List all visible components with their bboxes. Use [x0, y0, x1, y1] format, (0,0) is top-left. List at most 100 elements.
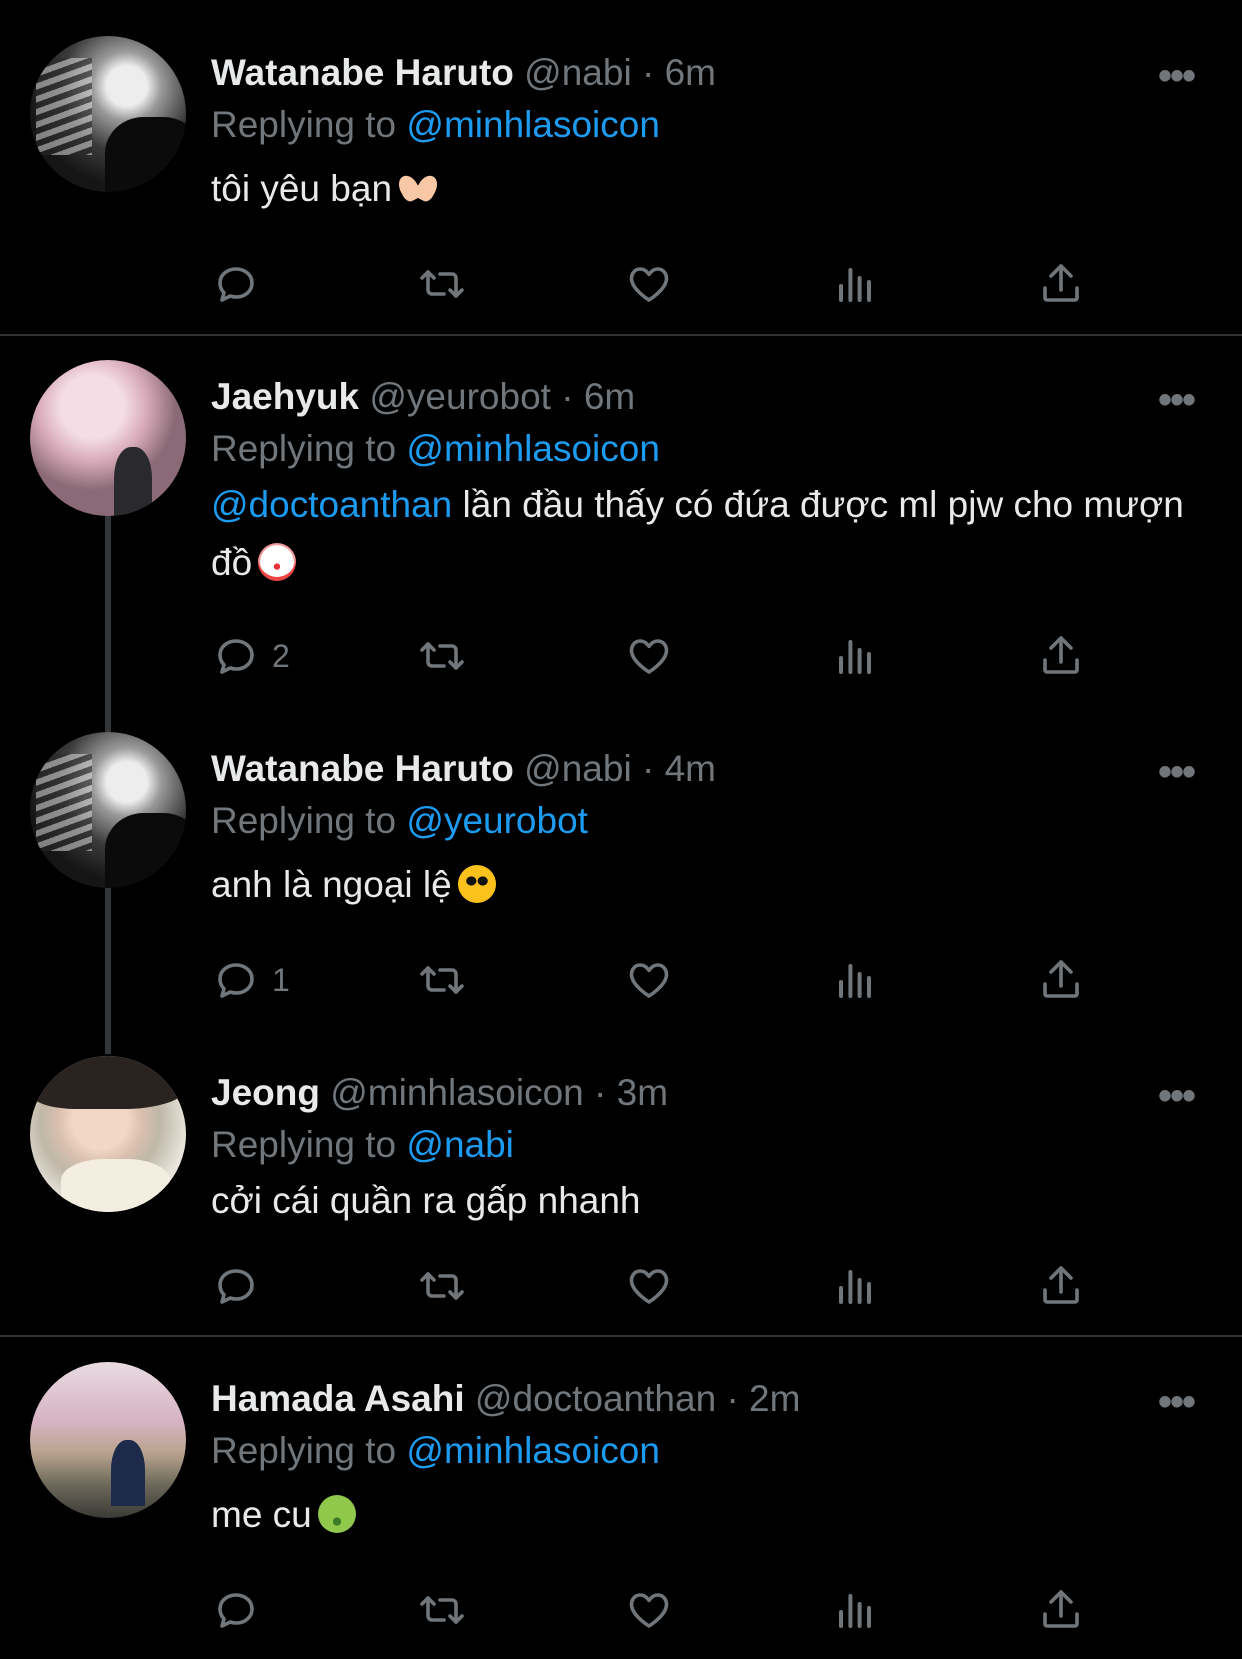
tweet-body: tôi yêu bạn	[211, 168, 393, 209]
username[interactable]: @doctoanthan	[475, 1378, 716, 1419]
display-name[interactable]: Jeong	[211, 1072, 320, 1113]
more-icon[interactable]: •••	[1158, 1074, 1196, 1119]
replying-to: Replying to @yeurobot	[211, 800, 588, 842]
replying-to-mention[interactable]: @minhlasoicon	[406, 1430, 660, 1471]
timestamp[interactable]: 2m	[749, 1378, 800, 1419]
more-icon[interactable]: •••	[1158, 1380, 1196, 1425]
views-icon	[839, 964, 871, 998]
share-icon	[1043, 1590, 1079, 1628]
tweet-text: anh là ngoại lệ	[211, 856, 1191, 914]
action-bar	[0, 1256, 1242, 1316]
reply-icon	[218, 267, 254, 302]
reply-icon	[218, 1593, 254, 1628]
views-button[interactable]	[831, 626, 879, 686]
views-button[interactable]	[831, 254, 879, 314]
avatar[interactable]	[30, 360, 186, 516]
more-icon[interactable]: •••	[1158, 378, 1196, 423]
avatar[interactable]	[30, 1056, 186, 1212]
retweet-icon	[420, 1596, 464, 1624]
replying-label: Replying to	[211, 428, 397, 469]
action-bar	[0, 254, 1242, 314]
reply-icon	[218, 1269, 254, 1304]
avatar[interactable]	[30, 732, 186, 888]
replying-label: Replying to	[211, 1430, 397, 1471]
more-icon[interactable]: •••	[1158, 54, 1196, 99]
retweet-icon	[420, 642, 464, 670]
reply-button[interactable]	[212, 1256, 272, 1316]
share-button[interactable]	[1037, 254, 1085, 314]
views-button[interactable]	[831, 1256, 879, 1316]
timestamp[interactable]: 4m	[665, 748, 716, 789]
like-button[interactable]	[625, 626, 673, 686]
replying-to-mention[interactable]: @yeurobot	[406, 800, 588, 841]
timestamp[interactable]: 6m	[665, 52, 716, 93]
reply-button[interactable]: 1	[212, 950, 290, 1010]
replying-to: Replying to @minhlasoicon	[211, 428, 660, 470]
nauseated-face-emoji	[317, 1495, 356, 1533]
tweet-body: me cu	[211, 1494, 312, 1535]
retweet-button[interactable]	[418, 1256, 466, 1316]
username[interactable]: @nabi	[524, 748, 632, 789]
tweet-text: cởi cái quần ra gấp nhanh	[211, 1172, 1191, 1230]
like-icon	[629, 1269, 669, 1304]
tweet-text: @doctoanthan lần đầu thấy có đứa được ml…	[211, 476, 1191, 592]
reply-icon	[218, 639, 254, 674]
display-name[interactable]: Watanabe Haruto	[211, 748, 514, 789]
tweet[interactable]: Jeong @minhlasoicon · 3m ••• Replying to…	[0, 1056, 1242, 1336]
reply-button[interactable]	[212, 1580, 272, 1640]
tweet-body: cởi cái quần ra gấp nhanh	[211, 1180, 641, 1221]
username[interactable]: @nabi	[524, 52, 632, 93]
tweet[interactable]: Watanabe Haruto @nabi · 4m ••• Replying …	[0, 732, 1242, 1032]
like-button[interactable]	[625, 254, 673, 314]
retweet-button[interactable]	[418, 254, 466, 314]
replying-label: Replying to	[211, 1124, 397, 1165]
divider	[0, 1335, 1242, 1337]
views-button[interactable]	[831, 950, 879, 1010]
retweet-button[interactable]	[418, 950, 466, 1010]
replying-to: Replying to @minhlasoicon	[211, 104, 660, 146]
share-button[interactable]	[1037, 1580, 1085, 1640]
username[interactable]: @minhlasoicon	[330, 1072, 584, 1113]
like-button[interactable]	[625, 1256, 673, 1316]
share-button[interactable]	[1037, 1256, 1085, 1316]
timestamp[interactable]: 3m	[617, 1072, 668, 1113]
like-button[interactable]	[625, 1580, 673, 1640]
reply-button[interactable]	[212, 254, 272, 314]
avatar[interactable]	[30, 36, 186, 192]
tweet-header: Jaehyuk @yeurobot · 6m	[211, 376, 635, 418]
action-bar: 2	[0, 626, 1242, 686]
tweet[interactable]: Jaehyuk @yeurobot · 6m ••• Replying to @…	[0, 360, 1242, 690]
display-name[interactable]: Hamada Asahi	[211, 1378, 465, 1419]
like-button[interactable]	[625, 950, 673, 1010]
share-icon	[1043, 636, 1079, 674]
more-icon[interactable]: •••	[1158, 750, 1196, 795]
tweet[interactable]: Hamada Asahi @doctoanthan · 2m ••• Reply…	[0, 1362, 1242, 1652]
separator: ·	[641, 52, 655, 93]
share-button[interactable]	[1037, 626, 1085, 686]
separator: ·	[561, 376, 574, 417]
like-icon	[629, 963, 669, 998]
retweet-button[interactable]	[418, 626, 466, 686]
reply-count: 1	[272, 961, 290, 998]
tweet-header: Hamada Asahi @doctoanthan · 2m	[211, 1378, 800, 1420]
reply-button[interactable]: 2	[212, 626, 290, 686]
body-mention[interactable]: @doctoanthan	[211, 484, 452, 525]
display-name[interactable]: Jaehyuk	[211, 376, 359, 417]
share-button[interactable]	[1037, 950, 1085, 1010]
display-name[interactable]: Watanabe Haruto	[211, 52, 514, 93]
views-button[interactable]	[831, 1580, 879, 1640]
share-icon	[1043, 960, 1079, 998]
replying-to-mention[interactable]: @minhlasoicon	[406, 428, 660, 469]
username[interactable]: @yeurobot	[369, 376, 551, 417]
like-icon	[629, 267, 669, 302]
like-icon	[629, 639, 669, 674]
heart-hands-emoji	[398, 169, 438, 207]
replying-to-mention[interactable]: @nabi	[406, 1124, 514, 1165]
views-icon	[839, 1594, 871, 1628]
tweet[interactable]: Watanabe Haruto @nabi · 6m ••• Replying …	[0, 36, 1242, 336]
replying-to-mention[interactable]: @minhlasoicon	[406, 104, 660, 145]
timestamp[interactable]: 6m	[584, 376, 635, 417]
avatar[interactable]	[30, 1362, 186, 1518]
retweet-button[interactable]	[418, 1580, 466, 1640]
views-icon	[839, 640, 871, 674]
